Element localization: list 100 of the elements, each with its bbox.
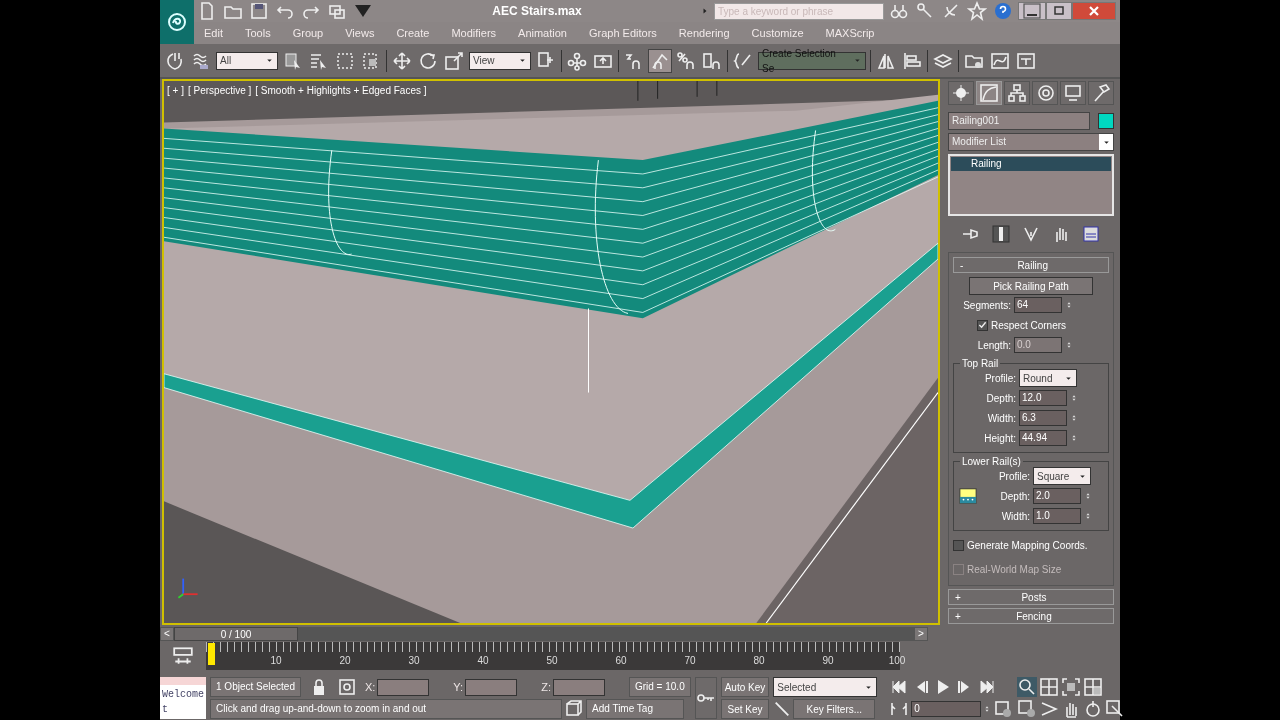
help-button[interactable] (992, 0, 1014, 22)
spinner-field[interactable]: 2.0 (1033, 488, 1081, 504)
object-name-field[interactable]: Railing001 (948, 112, 1090, 130)
coordinate-field[interactable] (465, 678, 518, 696)
motion-tab[interactable] (1032, 81, 1058, 105)
menu-item[interactable]: Edit (204, 24, 223, 42)
reference-coordinate-dropdown[interactable]: View (469, 51, 531, 70)
menu-item[interactable]: Rendering (678, 24, 730, 42)
object-color-swatch[interactable] (1098, 113, 1114, 129)
rail-spacing-icon[interactable] (958, 487, 978, 505)
coordinate-field[interactable] (552, 678, 605, 696)
listener-output[interactable]: Welcome t (160, 685, 206, 719)
percent-snap-button[interactable] (675, 49, 697, 72)
viewport-label[interactable]: [ Smooth + Highlights + Edged Faces ] (255, 83, 427, 98)
mini-curve-editor-icon[interactable] (172, 645, 194, 667)
previous-frame-button[interactable]: < (160, 627, 174, 641)
group-title: Lower Rail(s) (960, 454, 1023, 469)
viewport-mode-button[interactable] (564, 699, 584, 719)
schematic-icon (1016, 50, 1036, 71)
key-tangent-icon[interactable] (773, 700, 792, 718)
named-selection-dropdown[interactable]: Create Selection Se (758, 51, 866, 70)
frame-number: 10 (270, 654, 282, 668)
show-end-result-button[interactable] (990, 223, 1012, 245)
zoom-extents-button[interactable] (1061, 677, 1082, 697)
create-icon (951, 83, 971, 103)
minimize-button[interactable] (1018, 2, 1046, 20)
menu-item[interactable]: Views (345, 24, 375, 42)
utilities-tab[interactable] (1088, 81, 1114, 105)
spinner-field[interactable]: 1.0 (1033, 508, 1081, 524)
menu-item[interactable]: Group (292, 24, 324, 42)
prompt-text: Click and drag up-and-down to zoom in and out (210, 699, 562, 719)
zoom-extents-all-button[interactable] (1083, 677, 1104, 697)
time-configuration-button[interactable] (993, 699, 1014, 719)
field-label: Width: (1000, 509, 1030, 524)
set-key-mode-button[interactable]: Set Key (720, 699, 770, 719)
configure-sets-icon (1081, 224, 1101, 244)
frame-number: 30 (408, 654, 420, 668)
spinner-field[interactable]: 6.3 (1019, 410, 1067, 426)
modifier-stack-item[interactable]: Railing (951, 157, 1111, 171)
display-tab[interactable] (1060, 81, 1086, 105)
next-frame-button[interactable]: > (914, 627, 928, 641)
modifier-list-dropdown[interactable]: Modifier List (948, 133, 1114, 151)
auto-key-button[interactable]: Auto Key (720, 677, 770, 697)
checkbox[interactable] (953, 539, 964, 551)
key-filters-button[interactable]: Key Filters... (793, 699, 876, 719)
spinner-field[interactable]: 44.94 (1019, 430, 1067, 446)
field-of-view-button[interactable] (1039, 699, 1060, 719)
coordinate-field[interactable] (377, 678, 430, 696)
checkbox[interactable] (977, 319, 988, 331)
menu-item[interactable]: Graph Editors (588, 24, 657, 42)
zoom-button[interactable] (1017, 677, 1038, 697)
field-label: Depth: (985, 391, 1016, 406)
transform-mode-button[interactable] (336, 677, 357, 697)
configure-sets-button[interactable] (1080, 223, 1102, 245)
menu-item[interactable]: Create (396, 24, 430, 42)
add-time-tag-button[interactable]: Add Time Tag (586, 699, 684, 719)
save-button[interactable] (248, 0, 270, 22)
create-tab[interactable] (948, 81, 974, 105)
menu-item[interactable]: Animation (518, 24, 567, 42)
zoom-all-button[interactable] (1039, 677, 1060, 697)
rollout-header[interactable]: + Posts (948, 589, 1114, 605)
restore-button[interactable] (1046, 2, 1072, 20)
help-icon (993, 1, 1013, 21)
selection-filter-dropdown[interactable]: All (216, 51, 278, 70)
maximize-toggle-button[interactable] (1017, 699, 1038, 719)
viewport-label[interactable]: [ + ] (167, 83, 184, 98)
pick-path-button[interactable]: Pick Railing Path (969, 277, 1093, 295)
frame-number: 100 (888, 654, 906, 668)
menu-item[interactable]: Customize (751, 24, 804, 42)
profile-dropdown[interactable]: Square (1033, 467, 1091, 485)
current-frame-field[interactable]: 0 (911, 701, 982, 717)
menu-item[interactable]: MAXScrip (825, 24, 875, 42)
time-configuration-icon (993, 699, 1014, 719)
app-logo-button[interactable] (160, 0, 194, 44)
key-mode-dropdown[interactable]: Selected (773, 677, 878, 697)
group-title: Top Rail (960, 356, 1001, 371)
edit-named-selection-icon (733, 50, 753, 71)
close-button[interactable] (1072, 2, 1116, 20)
viewport-frame[interactable]: [ + ] [ Perspective ] [ Smooth + Highlights + Edged Faces ] (162, 79, 940, 625)
set-key-button[interactable] (694, 677, 717, 719)
star-button[interactable] (966, 0, 988, 22)
frame-number: 70 (684, 654, 696, 668)
modify-tab[interactable] (976, 81, 1002, 105)
profile-dropdown[interactable]: Round (1019, 369, 1077, 387)
listener-input[interactable] (160, 677, 206, 685)
field-label: Profile: (997, 469, 1030, 484)
save-icon (249, 1, 269, 21)
spinner-field[interactable]: 64 (1014, 297, 1062, 313)
menu-item[interactable]: Tools (244, 24, 271, 42)
scale-button[interactable] (443, 49, 465, 72)
modify-icon (979, 83, 999, 103)
hierarchy-tab[interactable] (1004, 81, 1030, 105)
angle-snap-button[interactable] (649, 49, 671, 72)
rollout-header[interactable]: + Fencing (948, 608, 1114, 624)
spinner-field[interactable]: 12.0 (1019, 390, 1067, 406)
move-button[interactable] (391, 49, 413, 72)
rollout-header[interactable]: - Railing (953, 257, 1109, 273)
menu-item[interactable]: Modifiers (451, 24, 497, 42)
viewport-label[interactable]: [ Perspective ] (187, 83, 252, 98)
time-slider-thumb[interactable]: 0 / 100 (174, 627, 298, 641)
